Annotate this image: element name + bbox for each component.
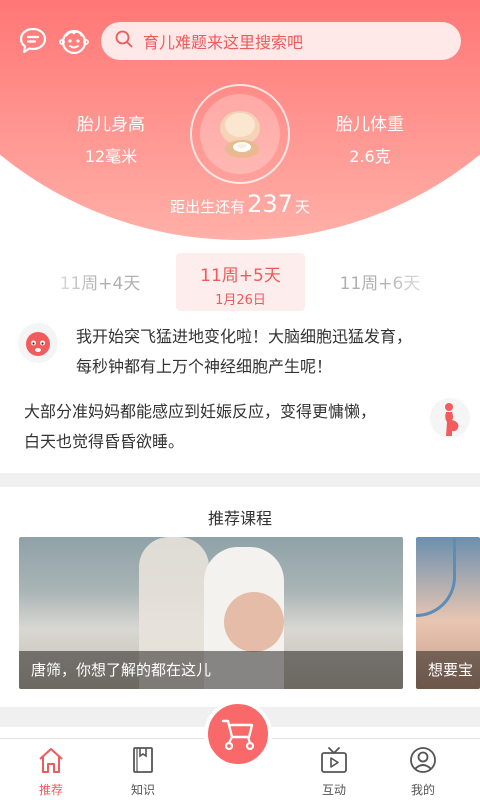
search-icon [115, 30, 133, 52]
week-current[interactable]: 11周+5天 1月26日 [176, 253, 305, 311]
home-icon [39, 748, 63, 773]
course-card-1-caption: 唐筛，你想了解的都在这儿 [19, 651, 403, 689]
week-next[interactable]: 11周+6天 [320, 253, 440, 311]
course-card-2[interactable]: 想要宝 [416, 537, 480, 689]
nav-home-label: 推荐 [38, 783, 63, 797]
nav-home[interactable]: 推荐 [11, 739, 91, 800]
fetal-weight-label: 胎儿体重 [336, 115, 404, 135]
baby-face-icon[interactable] [58, 26, 89, 56]
search-input[interactable]: 育儿难题来这里搜索吧 [143, 29, 303, 53]
baby-message-line2: 每秒钟都有上万个神经细胞产生呢！ [76, 357, 333, 376]
nav-knowledge[interactable]: 知识 [103, 739, 183, 800]
pregnant-mom-icon [430, 398, 470, 438]
fetal-weight-value: 2.6克 [349, 147, 391, 166]
fetus-image-circle [200, 94, 280, 174]
course-card-2-caption: 想要宝 [416, 651, 480, 689]
week-next-label: 11周+6天 [339, 274, 421, 294]
nav-mine-label: 我的 [410, 783, 435, 797]
countdown-days: 237 [247, 190, 293, 218]
mom-message-line2: 白天也觉得昏昏欲睡。 [24, 432, 185, 451]
fetal-height: 胎儿身高 12毫米 [46, 110, 176, 167]
stroller-button[interactable] [204, 700, 272, 768]
nav-mine[interactable]: 我的 [383, 739, 463, 800]
week-current-label: 11周+5天 [200, 266, 281, 286]
nav-interact[interactable]: 互动 [294, 739, 374, 800]
week-prev[interactable]: 11周+4天 [40, 253, 160, 311]
fetus-image[interactable] [190, 84, 290, 184]
due-countdown: 距出生还有237 天 [0, 190, 480, 218]
header-hero: 育儿难题来这里搜索吧 胎儿身高 12毫米 胎儿体重 2.6克 距出生还有237 天 [0, 0, 480, 250]
countdown-prefix: 距出生还有 [170, 198, 246, 216]
courses-title: 推荐课程 [207, 509, 272, 528]
tv-icon [321, 747, 347, 773]
baby-message: 我开始突飞猛进地变化啦！大脑细胞迅猛发育， 每秒钟都有上万个神经细胞产生呢！ [76, 322, 476, 382]
nav-knowledge-label: 知识 [130, 783, 155, 797]
course-card-1[interactable]: 唐筛，你想了解的都在这儿 [19, 537, 403, 689]
week-current-date: 1月26日 [215, 293, 266, 308]
mom-message-line1: 大部分准妈妈都能感应到妊娠反应，变得更慵懒， [24, 402, 377, 421]
nav-interact-label: 互动 [321, 783, 346, 797]
book-icon [133, 747, 153, 773]
message-icon[interactable] [18, 26, 48, 56]
baby-message-line1: 我开始突飞猛进地变化啦！大脑细胞迅猛发育， [76, 327, 413, 346]
fetal-height-label: 胎儿身高 [77, 115, 145, 135]
fetal-weight: 胎儿体重 2.6克 [305, 110, 435, 167]
search-bar[interactable]: 育儿难题来这里搜索吧 [101, 22, 461, 60]
stroller-icon [221, 719, 255, 751]
week-prev-label: 11周+4天 [59, 274, 141, 294]
mom-message: 大部分准妈妈都能感应到妊娠反应，变得更慵懒， 白天也觉得昏昏欲睡。 [24, 397, 424, 457]
fetal-height-value: 12毫米 [84, 147, 138, 166]
user-icon [410, 747, 436, 773]
baby-avatar-icon [18, 323, 58, 363]
section-divider [0, 473, 480, 487]
shell-icon [220, 111, 260, 158]
countdown-suffix: 天 [294, 198, 310, 216]
photo-belly [224, 592, 284, 652]
